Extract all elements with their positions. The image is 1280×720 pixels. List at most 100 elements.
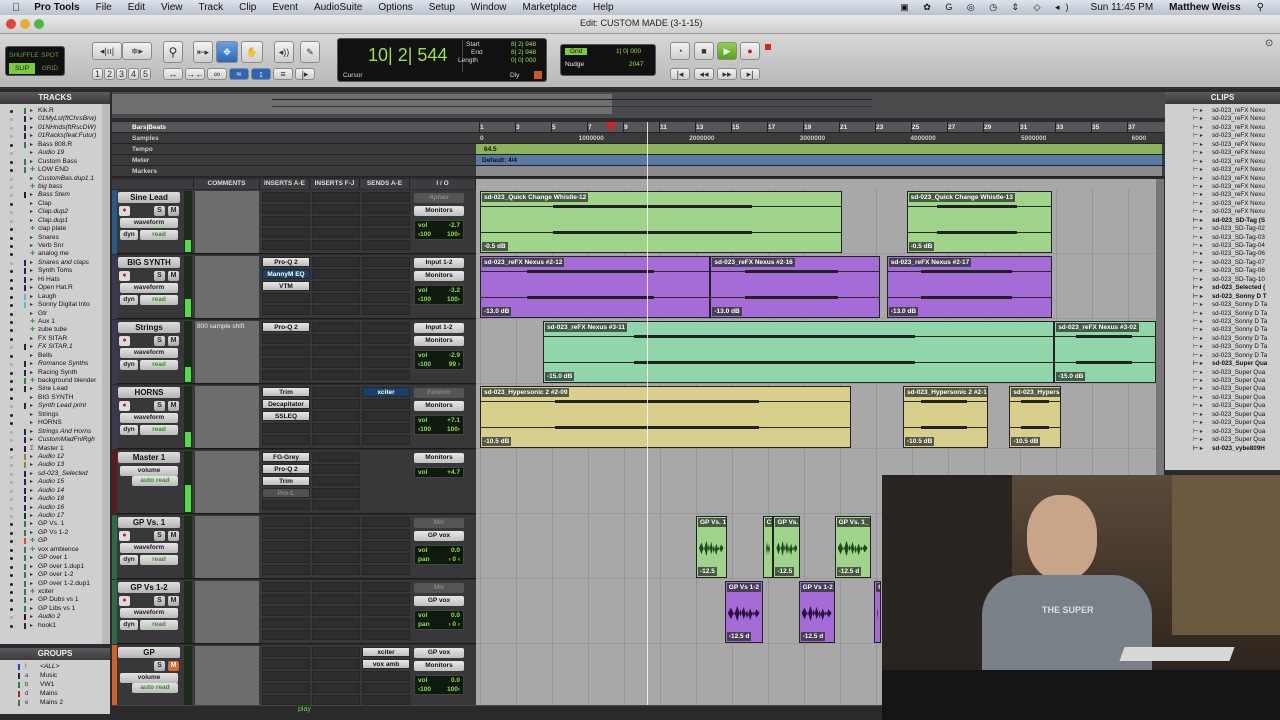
toolbar-menu-icon[interactable]: ⊙: [1265, 38, 1273, 49]
track-list-item[interactable]: ▸ GP Vs 1-2: [0, 529, 110, 537]
track-list-item[interactable]: ▸ Audio 2: [0, 613, 110, 621]
clip-gain[interactable]: -12.5: [775, 567, 795, 576]
insert-slot[interactable]: [262, 594, 310, 604]
audio-clip[interactable]: sd-023_Quick Change Whistle-13 -0.5 dB: [906, 191, 1053, 253]
track-view-selector[interactable]: waveform: [120, 283, 178, 293]
insert-slot[interactable]: [312, 618, 360, 628]
insert-slot[interactable]: [262, 659, 310, 669]
track-visibility-dot[interactable]: [10, 245, 13, 248]
menu-setup[interactable]: Setup: [429, 2, 455, 13]
audio-clip[interactable]: GP Vs 1-2 -12.5 d: [724, 581, 763, 643]
track-lane[interactable]: sd-023_reFX Nexus #3-11 -15.0 dB sd-023_re…: [476, 320, 1156, 384]
track-list-item[interactable]: ▸ hook1: [0, 622, 110, 630]
menu-view[interactable]: View: [161, 2, 183, 13]
track-list-item[interactable]: ✚ background blender: [0, 377, 110, 385]
solo-button[interactable]: S: [154, 271, 165, 281]
insert-slot[interactable]: [312, 346, 360, 356]
track-visibility-dot[interactable]: [10, 422, 13, 426]
clip-list-item[interactable]: ⊢ ▸ sd-023_Super Qua: [1165, 385, 1280, 393]
send-slot-xciter[interactable]: xciter: [362, 387, 410, 397]
main-counter-value[interactable]: 10| 2| 544: [368, 45, 447, 66]
volume-pan-display[interactable]: vol +4.7: [414, 467, 464, 478]
audio-clip[interactable]: sd-023_Quick Change Whistle-12 -0.5 dB: [480, 191, 842, 253]
rewind-button[interactable]: ◂◂: [694, 68, 714, 80]
track-visibility-dot[interactable]: [10, 607, 13, 611]
zoom-preset-1[interactable]: 1: [92, 68, 103, 80]
output-selector[interactable]: Monitors: [414, 453, 464, 463]
insert-slot[interactable]: [312, 281, 360, 291]
audio-clip[interactable]: GP Vs 1-2 -12.5 d: [798, 581, 835, 643]
audio-clip[interactable]: GP Vs. -12.5: [773, 516, 801, 578]
samples-ruler[interactable]: Samples 0 1000000 2000000 3000000 4000000 500…: [112, 133, 1165, 144]
clip-expand-icon[interactable]: ⊢ ▸: [1193, 183, 1203, 191]
group-list-item[interactable]: ! <ALL>: [0, 663, 110, 672]
insert-slot[interactable]: [262, 293, 310, 303]
volume-pan-display[interactable]: vol -2.9 ‹100 99 ›: [414, 350, 464, 370]
track-visibility-dot[interactable]: [10, 228, 13, 232]
track-list-item[interactable]: ▸ Audio 18: [0, 495, 110, 503]
clip-list-item[interactable]: ⊢ ▸ sd-023_Selected (: [1165, 284, 1280, 292]
insert-slot[interactable]: [312, 565, 360, 575]
insert-slot-pro-l[interactable]: Pro-L: [262, 488, 310, 498]
track-list-item[interactable]: ▸ Clap.dup1: [0, 217, 110, 225]
insert-slot[interactable]: [312, 293, 360, 303]
insert-slot[interactable]: [262, 204, 310, 214]
track-list-item[interactable]: ▸ GP Libs vs 1: [0, 605, 110, 613]
track-visibility-dot[interactable]: [10, 253, 13, 257]
pan-left-value[interactable]: ‹100: [418, 361, 431, 368]
track-list-item[interactable]: ▸ Snares and claps: [0, 259, 110, 267]
insert-slot-pro-q-2[interactable]: Pro-Q 2: [262, 464, 310, 474]
clip-list-item[interactable]: ⊢ ▸ sd-023_reFX Nexu: [1165, 191, 1280, 199]
clip-list-item[interactable]: ⊢ ▸ sd-023_Super Qua: [1165, 436, 1280, 444]
audio-clip[interactable]: GP Vs. 1_ -12.5 d: [834, 516, 871, 578]
universe-overview[interactable]: [112, 92, 1165, 118]
track-list-item[interactable]: ✚ LOW END: [0, 166, 110, 174]
menu-clock[interactable]: Sun 11:45 PM: [1091, 2, 1154, 13]
insert-slot[interactable]: [262, 565, 310, 575]
dyn-button[interactable]: dyn: [120, 425, 138, 435]
insert-slot[interactable]: [262, 435, 310, 445]
send-slot[interactable]: [362, 553, 410, 563]
track-comments-field[interactable]: [195, 451, 259, 513]
track-name[interactable]: Strings: [118, 322, 180, 333]
track-view-selector[interactable]: volume: [120, 673, 178, 683]
volume-pan-display[interactable]: vol -3.2 ‹100 100›: [414, 285, 464, 305]
insert-slot[interactable]: [262, 240, 310, 250]
track-list-item[interactable]: ▸ Gtr: [0, 310, 110, 318]
audio-clip[interactable]: sd-023_reFX Nexus #2-12 -13.0 dB: [480, 256, 711, 318]
pan-left-value[interactable]: ‹100: [418, 296, 431, 303]
menu-audiosuite[interactable]: AudioSuite: [314, 2, 362, 13]
track-list-item[interactable]: ▸ GP over 1: [0, 554, 110, 562]
end-value[interactable]: 8| 2| 948: [511, 49, 536, 56]
length-value[interactable]: 0| 0| 000: [511, 57, 536, 64]
clip-expand-icon[interactable]: ⊢ ▸: [1193, 335, 1203, 343]
automation-mode-selector[interactable]: read: [140, 230, 178, 240]
volume-pan-display[interactable]: vol 0.0 pan › 0 ‹: [414, 545, 464, 565]
track-list-item[interactable]: ✚ vox ambience: [0, 546, 110, 554]
send-slot[interactable]: [362, 240, 410, 250]
clip-list-item[interactable]: ⊢ ▸ sd-023_SD-Tag-03: [1165, 234, 1280, 242]
track-list-item[interactable]: ▸ Strings And Horns: [0, 428, 110, 436]
track-visibility-dot[interactable]: [10, 160, 13, 164]
track-list-item[interactable]: ▸ Hi Hats: [0, 276, 110, 284]
send-slot[interactable]: [362, 435, 410, 445]
clip-expand-icon[interactable]: ⊢ ▸: [1193, 343, 1203, 351]
send-slot[interactable]: [362, 423, 410, 433]
track-name[interactable]: GP Vs 1-2: [118, 582, 180, 593]
tracks-scrollbar[interactable]: [102, 104, 110, 644]
send-slot[interactable]: [362, 565, 410, 575]
clip-list-item[interactable]: ⊢ ▸ sd-023_SD-Tag-08: [1165, 267, 1280, 275]
menu-edit[interactable]: Edit: [128, 2, 145, 13]
track-list-item[interactable]: ▸ Audio 15: [0, 478, 110, 486]
insert-slot-vtm[interactable]: VTM: [262, 281, 310, 291]
clip-expand-icon[interactable]: ⊢ ▸: [1193, 377, 1203, 385]
selector-tool[interactable]: ✥: [216, 41, 238, 63]
track-visibility-dot[interactable]: [10, 464, 13, 468]
send-slot[interactable]: [362, 334, 410, 344]
pan-left-value[interactable]: ‹100: [418, 426, 431, 433]
track-visibility-dot[interactable]: [10, 590, 13, 594]
track-list-item[interactable]: ▸ Strings: [0, 411, 110, 419]
pan-right-value[interactable]: 100›: [447, 296, 460, 303]
track-list-item[interactable]: ▸ FX SITAR.1: [0, 343, 110, 351]
zoom-out-horizontal-button[interactable]: ◂|ıı|: [92, 42, 122, 60]
